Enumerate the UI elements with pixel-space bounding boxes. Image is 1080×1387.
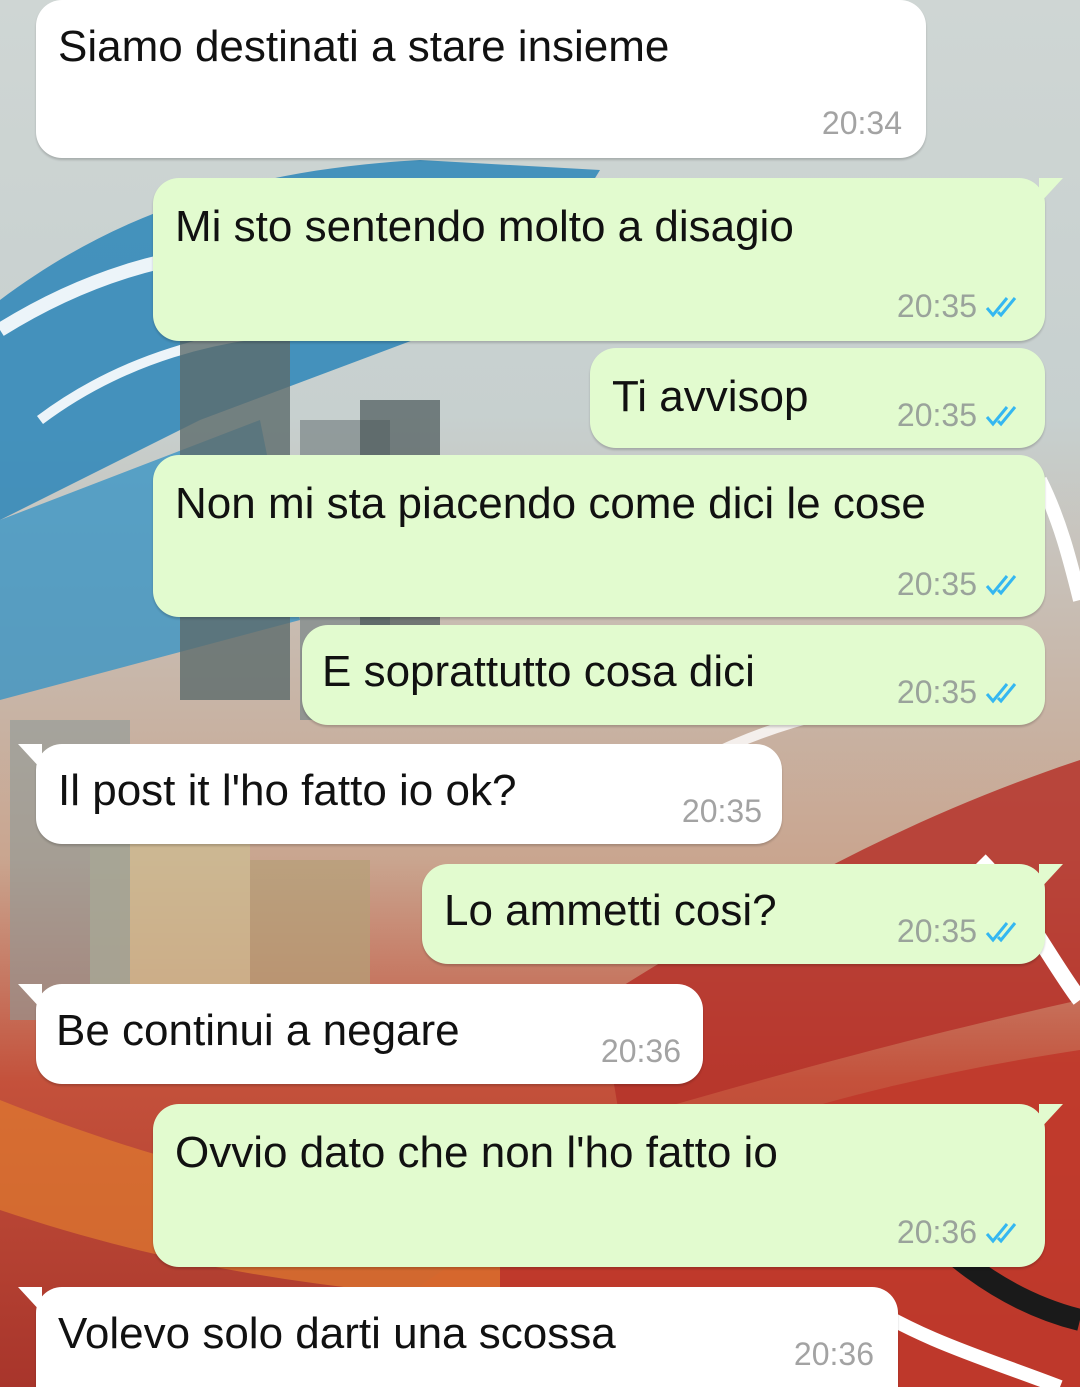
message-text: Il post it l'ho fatto io ok? bbox=[58, 766, 517, 815]
double-check-icon bbox=[985, 681, 1023, 705]
message-bubble-incoming[interactable]: Il post it l'ho fatto io ok? 20:35 bbox=[18, 744, 782, 844]
bubble-tail bbox=[18, 1287, 42, 1313]
message-time: 20:35 bbox=[681, 793, 762, 829]
message-text: Ti avvisop bbox=[612, 372, 809, 421]
message-list[interactable]: Siamo destinati a stare insieme 20:34 Mi… bbox=[0, 0, 1080, 1387]
message-meta: 20:36 bbox=[601, 1033, 681, 1070]
bubble-tail bbox=[18, 744, 42, 770]
message-bubble-incoming[interactable]: Volevo solo darti una scossa 20:36 bbox=[18, 1287, 898, 1387]
bubble-tail bbox=[1039, 864, 1063, 890]
double-check-icon bbox=[985, 1221, 1023, 1245]
message-time: 20:35 bbox=[896, 397, 977, 433]
message-text: Volevo solo darti una scossa bbox=[58, 1309, 616, 1358]
double-check-icon bbox=[985, 573, 1023, 597]
message-meta: 20:36 bbox=[897, 1214, 1023, 1251]
message-bubble-outgoing[interactable]: Mi sto sentendo molto a disagio 20:35 bbox=[153, 178, 1063, 341]
message-time: 20:35 bbox=[896, 566, 977, 602]
message-text: Ovvio dato che non l'ho fatto io bbox=[175, 1128, 778, 1177]
message-text: Non mi sta piacendo come dici le cose bbox=[175, 479, 926, 528]
message-time: 20:36 bbox=[896, 1214, 977, 1250]
message-time: 20:35 bbox=[896, 674, 977, 710]
message-bubble-outgoing[interactable]: Ovvio dato che non l'ho fatto io 20:36 bbox=[153, 1104, 1063, 1267]
message-bubble-outgoing[interactable]: Non mi sta piacendo come dici le cose 20… bbox=[153, 455, 1045, 617]
message-meta: 20:35 bbox=[682, 793, 762, 830]
double-check-icon bbox=[985, 404, 1023, 428]
double-check-icon bbox=[985, 920, 1023, 944]
message-text: Lo ammetti cosi? bbox=[444, 886, 777, 935]
message-text: E soprattutto cosa dici bbox=[322, 647, 755, 696]
message-text: Mi sto sentendo molto a disagio bbox=[175, 202, 794, 251]
message-bubble-outgoing[interactable]: E soprattutto cosa dici 20:35 bbox=[302, 625, 1045, 725]
message-text: Be continui a negare bbox=[56, 1006, 460, 1055]
message-bubble-outgoing[interactable]: Lo ammetti cosi? 20:35 bbox=[422, 864, 1063, 964]
message-meta: 20:35 bbox=[897, 566, 1023, 603]
double-check-icon bbox=[985, 295, 1023, 319]
message-time: 20:35 bbox=[896, 288, 977, 324]
message-bubble-incoming[interactable]: Be continui a negare 20:36 bbox=[18, 984, 703, 1084]
message-time: 20:36 bbox=[600, 1033, 681, 1069]
bubble-tail bbox=[1039, 178, 1063, 204]
bubble-tail bbox=[1039, 1104, 1063, 1130]
message-bubble-outgoing[interactable]: Ti avvisop 20:35 bbox=[590, 348, 1045, 448]
message-text: Siamo destinati a stare insieme bbox=[58, 22, 670, 71]
message-meta: 20:34 bbox=[822, 105, 902, 142]
message-time: 20:34 bbox=[821, 105, 902, 141]
message-bubble-incoming[interactable]: Siamo destinati a stare insieme 20:34 bbox=[36, 0, 926, 158]
message-meta: 20:35 bbox=[897, 288, 1023, 325]
message-meta: 20:35 bbox=[897, 913, 1023, 950]
message-meta: 20:35 bbox=[897, 397, 1023, 434]
message-meta: 20:36 bbox=[794, 1336, 874, 1373]
message-meta: 20:35 bbox=[897, 674, 1023, 711]
bubble-tail bbox=[18, 984, 42, 1010]
message-time: 20:36 bbox=[793, 1336, 874, 1372]
message-time: 20:35 bbox=[896, 913, 977, 949]
